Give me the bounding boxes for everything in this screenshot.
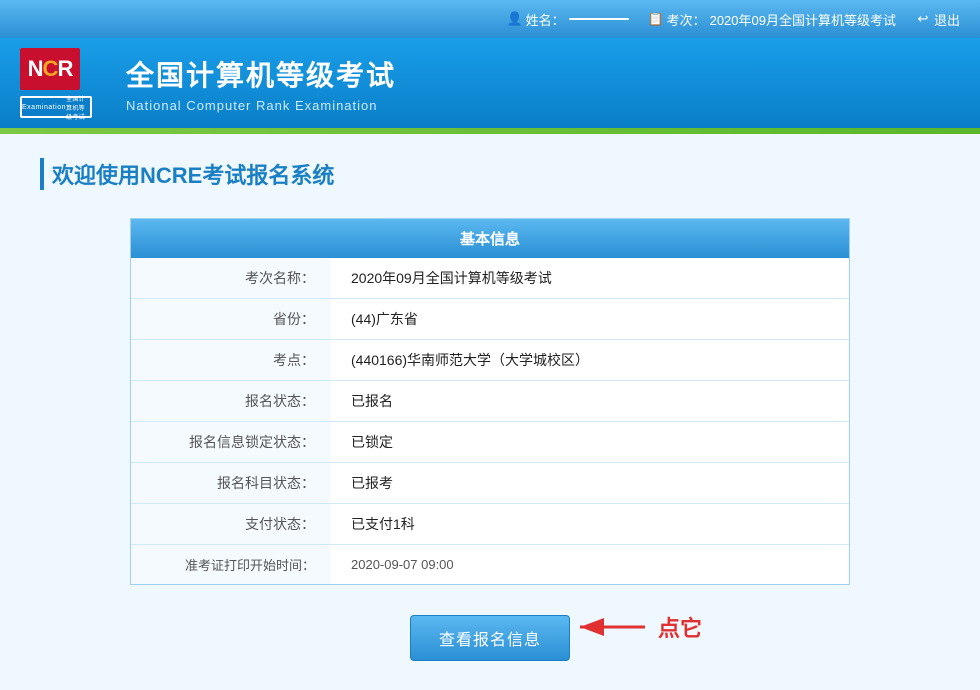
logout-item[interactable]: ↩ 退出 (916, 10, 960, 29)
exam-label: 考次： (667, 10, 706, 29)
row-label: 支付状态： (131, 504, 331, 545)
logout-label: 退出 (934, 10, 960, 29)
arrow-icon (570, 607, 650, 647)
button-area: 查看报名信息 点它 (40, 615, 940, 661)
info-table: 基本信息 考次名称：2020年09月全国计算机等级考试省份：(44)广东省考点：… (130, 218, 850, 585)
arrow-annotation: 点它 (570, 607, 702, 647)
table-row: 省份：(44)广东省 (131, 299, 849, 340)
logout-icon: ↩ (916, 12, 930, 26)
top-bar: 👤 姓名： 📋 考次： 2020年09月全国计算机等级考试 ↩ 退出 (0, 0, 980, 38)
row-value: 2020-09-07 09:00 (331, 545, 849, 585)
row-label: 考点： (131, 340, 331, 381)
row-label: 考次名称： (131, 258, 331, 299)
name-value (569, 18, 629, 20)
table-row: 考点：(440166)华南师范大学（大学城校区） (131, 340, 849, 381)
header-text: 全国计算机等级考试 National Computer Rank Examina… (126, 54, 396, 113)
logo-ncr: NCR (20, 48, 80, 90)
table-row: 报名信息锁定状态：已锁定 (131, 422, 849, 463)
row-label: 报名状态： (131, 381, 331, 422)
row-value: (440166)华南师范大学（大学城校区） (331, 340, 849, 381)
user-info: 👤 姓名： (508, 10, 629, 29)
exam-info: 📋 考次： 2020年09月全国计算机等级考试 (649, 10, 896, 29)
page-title: 欢迎使用NCRE考试报名系统 (40, 158, 940, 190)
view-registration-button[interactable]: 查看报名信息 (410, 615, 570, 661)
table-row: 报名状态：已报名 (131, 381, 849, 422)
row-value: (44)广东省 (331, 299, 849, 340)
main-content: 欢迎使用NCRE考试报名系统 基本信息 考次名称：2020年09月全国计算机等级… (0, 134, 980, 690)
row-label: 报名信息锁定状态： (131, 422, 331, 463)
row-value: 已报名 (331, 381, 849, 422)
exam-value: 2020年09月全国计算机等级考试 (710, 10, 896, 29)
row-label: 省份： (131, 299, 331, 340)
row-label: 准考证打印开始时间： (131, 545, 331, 585)
info-table-body: 考次名称：2020年09月全国计算机等级考试省份：(44)广东省考点：(4401… (131, 258, 849, 584)
user-icon: 👤 (508, 12, 522, 26)
table-header: 基本信息 (131, 219, 849, 258)
row-value: 2020年09月全国计算机等级考试 (331, 258, 849, 299)
name-label: 姓名： (526, 10, 565, 29)
row-value: 已报考 (331, 463, 849, 504)
row-value: 已支付1科 (331, 504, 849, 545)
exam-icon: 📋 (649, 12, 663, 26)
logo-exam-text: Examination全国计算机等级考试 (20, 96, 92, 118)
table-row: 准考证打印开始时间：2020-09-07 09:00 (131, 545, 849, 585)
table-row: 报名科目状态：已报考 (131, 463, 849, 504)
table-row: 考次名称：2020年09月全国计算机等级考试 (131, 258, 849, 299)
row-value: 已锁定 (331, 422, 849, 463)
annotation-text: 点它 (658, 611, 702, 643)
logo: NCR Examination全国计算机等级考试 (20, 48, 110, 118)
table-row: 支付状态：已支付1科 (131, 504, 849, 545)
header-title-cn: 全国计算机等级考试 (126, 54, 396, 94)
header-title-en: National Computer Rank Examination (126, 98, 396, 113)
row-label: 报名科目状态： (131, 463, 331, 504)
header: NCR Examination全国计算机等级考试 全国计算机等级考试 Natio… (0, 38, 980, 128)
